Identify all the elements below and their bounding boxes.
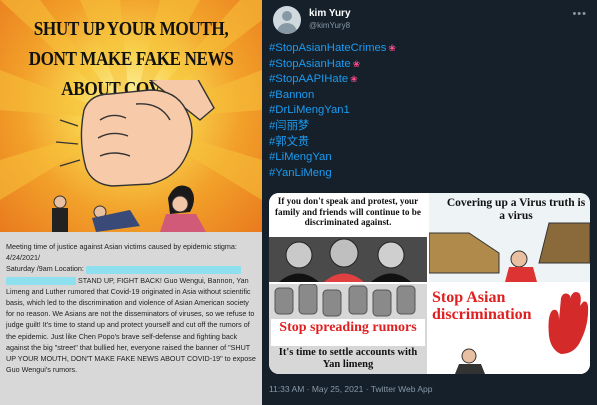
more-horizontal-icon[interactable]: ••• [572, 8, 587, 20]
panel-headline: Stop spreading rumors [279, 320, 417, 335]
hashtag-link[interactable]: #StopAsianHate ❀ [269, 57, 396, 73]
hashtag-list: #StopAsianHateCrimes ❀ #StopAsianHate ❀ #S… [269, 41, 396, 181]
poster-illustration: SHUT UP YOUR MOUTH, DONT MAKE FAKE NEWS … [0, 0, 262, 232]
hashtag-link[interactable]: #YanLiMeng [269, 166, 396, 182]
panel-caption: It's time to settle accounts with Yan li… [278, 347, 418, 370]
hashtag-text[interactable]: #Bannon [269, 89, 314, 101]
poster-body-paragraph: STAND UP, FIGHT BACK! Guo Wengui, Bannon… [6, 275, 256, 375]
hashtag-text[interactable]: #郭文贵 [269, 136, 309, 148]
fist-illustration [52, 80, 215, 232]
poster-body-text: Meeting time of justice against Asian vi… [6, 241, 256, 375]
hashtag-link[interactable]: #闫丽梦 [269, 119, 396, 135]
hashtag-link[interactable]: #StopAAPIHate ❀ [269, 72, 396, 88]
hashtag-link[interactable]: #DrLiMengYan1 [269, 103, 396, 119]
hashtag-text[interactable]: #StopAAPIHate [269, 73, 348, 85]
lotus-icon: ❀ [388, 43, 396, 53]
poster-meeting-time: Meeting time of justice against Asian vi… [6, 242, 237, 263]
red-hand-icon [455, 292, 589, 374]
author-handle[interactable]: @kimYury8 [309, 21, 350, 30]
lotus-icon: ❀ [350, 74, 358, 85]
hashtag-text[interactable]: #LiMengYan [269, 151, 332, 163]
author-display-name[interactable]: kim Yury [309, 8, 351, 19]
tweet-card: kim Yury @kimYury8 ••• #StopAsianHateCri… [262, 0, 597, 405]
hashtag-link[interactable]: #StopAsianHateCrimes ❀ [269, 41, 396, 57]
hashtag-text[interactable]: #闫丽梦 [269, 120, 309, 132]
hashtag-link[interactable]: #LiMengYan [269, 150, 396, 166]
boot-illustration [429, 222, 590, 282]
hashtag-text[interactable]: #YanLiMeng [269, 167, 332, 179]
hashtag-text[interactable]: #DrLiMengYan1 [269, 104, 350, 116]
collage-panel-virus-truth[interactable]: Covering up a Virus truth is a virus [429, 193, 590, 282]
crowd-illustration [269, 237, 427, 282]
collage-panel-protest[interactable]: If you don't speak and protest, your fam… [269, 193, 427, 282]
hashtag-link[interactable]: #Bannon [269, 88, 396, 104]
hashtag-link[interactable]: #郭文贵 [269, 135, 396, 151]
redaction-bar [6, 276, 76, 285]
tweet-timestamp[interactable]: 11:33 AM · May 25, 2021 · Twitter Web Ap… [269, 384, 432, 394]
hashtag-text[interactable]: #StopAsianHate [269, 58, 351, 70]
avatar[interactable] [273, 6, 301, 34]
poster-location-label: Saturday /9am Location: [6, 264, 84, 274]
tweet-image-collage[interactable]: If you don't speak and protest, your fam… [269, 193, 590, 374]
lotus-icon: ❀ [352, 58, 361, 69]
redaction-bar [85, 265, 241, 274]
collage-panel-stop-discrimination[interactable]: Stop Asian discrimination [429, 284, 590, 374]
collage-panel-stop-rumors[interactable]: Stop spreading rumors It's time to settl… [269, 284, 427, 374]
hashtag-text[interactable]: #StopAsianHateCrimes [269, 42, 386, 54]
poster-image[interactable]: SHUT UP YOUR MOUTH, DONT MAKE FAKE NEWS … [0, 0, 262, 405]
